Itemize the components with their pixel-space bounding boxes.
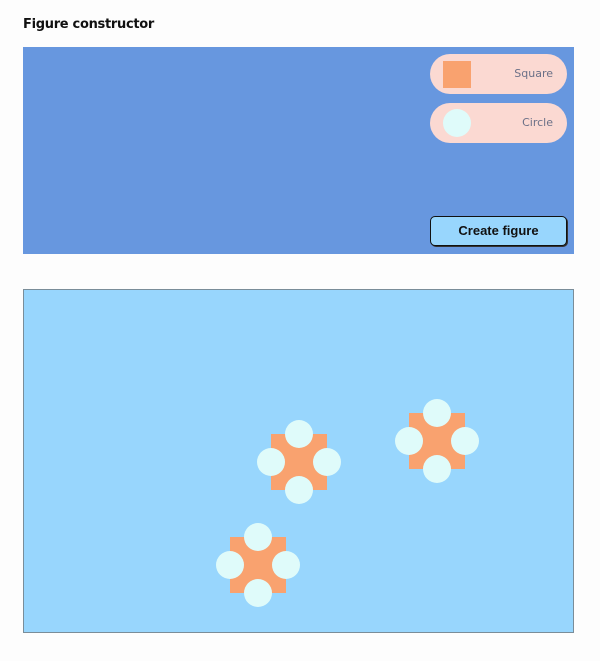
- figure[interactable]: [216, 523, 300, 607]
- create-figure-button[interactable]: Create figure: [430, 216, 567, 246]
- figure-circle: [257, 448, 285, 476]
- figure-circle: [313, 448, 341, 476]
- figure-circle: [285, 420, 313, 448]
- figure-circle: [423, 399, 451, 427]
- circle-option[interactable]: Circle: [430, 103, 567, 143]
- square-option-label: Square: [514, 67, 553, 80]
- square-option[interactable]: Square: [430, 54, 567, 94]
- figure-circle: [216, 551, 244, 579]
- page-title: Figure constructor: [23, 17, 155, 32]
- figure-circle: [423, 455, 451, 483]
- figure-circle: [285, 476, 313, 504]
- figure-circle: [395, 427, 423, 455]
- circle-option-label: Circle: [522, 116, 553, 129]
- square-preview-icon: [443, 61, 471, 88]
- circle-preview-icon: [443, 109, 471, 137]
- figure[interactable]: [395, 399, 479, 483]
- figure[interactable]: [257, 420, 341, 504]
- figure-circle: [244, 523, 272, 551]
- figure-constructor-page: Figure constructor Square Circle Create …: [0, 0, 600, 661]
- figure-circle: [244, 579, 272, 607]
- figure-canvas[interactable]: [23, 289, 574, 633]
- figure-circle: [451, 427, 479, 455]
- constructor-panel: Square Circle Create figure: [23, 47, 574, 254]
- figure-circle: [272, 551, 300, 579]
